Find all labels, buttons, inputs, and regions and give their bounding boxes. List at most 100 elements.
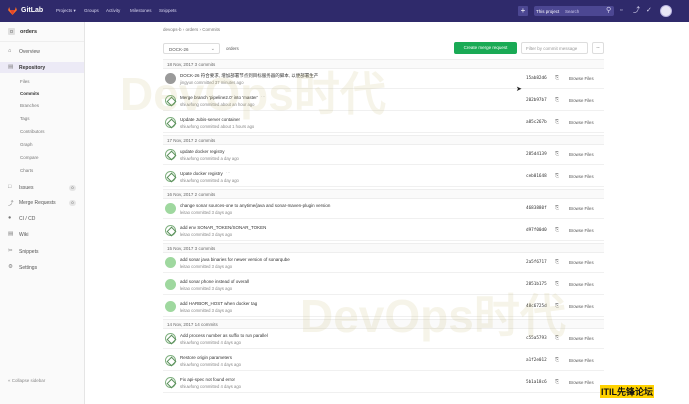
sidebar-subitem-commits[interactable]: Commits [0,89,84,98]
commit-title-link[interactable]: Fix api-spec not found error [180,377,235,382]
browse-files-button[interactable]: Browse Files [569,380,594,385]
commit-title-link[interactable]: add HARBOR_HOST when docker tag [180,301,257,306]
browse-files-button[interactable]: Browse Files [569,260,594,265]
sidebar-subitem-compare[interactable]: Compare [0,153,84,162]
commit-author-avatar[interactable] [165,355,176,366]
commit-author-avatar[interactable] [165,203,176,214]
sidebar-subitem-charts[interactable]: Charts [0,166,84,175]
copy-sha-icon[interactable]: ⎘ [555,119,559,125]
commit-sha-link[interactable]: 4683880f [526,206,547,211]
nav-projects[interactable]: Projects ▾ [56,8,76,14]
collapse-sidebar-button[interactable]: « Collapse sidebar [8,378,45,383]
sidebar-subitem-files[interactable]: Files [0,77,84,86]
sidebar-item-settings[interactable]: ⚙ Settings [0,262,84,273]
browse-files-button[interactable]: Browse Files [569,98,594,103]
copy-sha-icon[interactable]: ⎘ [555,173,559,179]
commit-author-avatar[interactable] [165,225,176,236]
browse-files-button[interactable]: Browse Files [569,358,594,363]
nav-groups[interactable]: Groups [84,8,99,13]
browse-files-button[interactable]: Browse Files [569,228,594,233]
nav-activity[interactable]: Activity [106,8,120,13]
new-dropdown-plus-icon[interactable]: + [518,6,528,16]
sidebar-item-merge-requests[interactable]: ⤴ Merge Requests 0 [0,197,84,208]
rss-icon[interactable]: ∽ [592,42,604,54]
copy-sha-icon[interactable]: ⎘ [555,205,559,211]
issues-icon[interactable]: ▫ [620,7,622,15]
sidebar-item-wiki[interactable]: ▤ Wiki [0,229,84,240]
copy-sha-icon[interactable]: ⎘ [555,303,559,309]
user-avatar[interactable] [660,5,672,17]
commit-sha-link[interactable]: 202b97b7 [526,98,547,103]
sidebar-item-ci-cd[interactable]: ● CI / CD [0,213,84,224]
brand-name[interactable]: GitLab [21,7,43,14]
commit-sha-link[interactable]: 48c6725d [526,304,547,309]
commit-author-avatar[interactable] [165,171,176,182]
search-icon[interactable]: ⚲ [606,7,611,15]
branch-select[interactable]: DOCK-26 ⌄ [163,43,220,54]
gitlab-logo-icon[interactable] [8,7,17,15]
commit-title-link[interactable]: Add process number as suffix to run para… [180,333,268,338]
copy-sha-icon[interactable]: ⎘ [555,281,559,287]
sidebar-item-repository[interactable]: ▤ Repository [0,62,84,73]
commit-author-avatar[interactable] [165,73,176,84]
sidebar-subitem-tags[interactable]: Tags [0,114,84,123]
sidebar-item-overview[interactable]: ⌂ Overview [0,46,84,57]
commit-title-link[interactable]: Restore origin parameters [180,355,232,360]
commit-sha-link[interactable]: 2a5f6717 [526,260,547,265]
sidebar-subitem-graph[interactable]: Graph [0,140,84,149]
copy-sha-icon[interactable]: ⎘ [555,151,559,157]
commit-sha-link[interactable]: a1f2e012 [526,358,547,363]
browse-files-button[interactable]: Browse Files [569,336,594,341]
merge-request-icon[interactable]: ⤴ [633,7,640,15]
commit-author-avatar[interactable] [165,279,176,290]
commit-title-link[interactable]: change sonar sources-one to anytime/java… [180,203,330,208]
commit-title-link[interactable]: add env SONAR_TOKEN/SONAR_TOKEN [180,225,266,230]
browse-files-button[interactable]: Browse Files [569,120,594,125]
breadcrumb[interactable]: devops-b › orders › Commits [163,27,220,32]
commit-sha-link[interactable]: a85c267b [526,120,547,125]
commit-author-avatar[interactable] [165,301,176,312]
project-name[interactable]: orders [20,29,37,35]
commit-title-link[interactable]: Update Jubis-server container [180,117,240,122]
browse-files-button[interactable]: Browse Files [569,206,594,211]
commit-filter-input[interactable]: Filter by commit message [521,42,588,54]
commit-sha-link[interactable]: c55a5793 [526,336,547,341]
browse-files-button[interactable]: Browse Files [569,282,594,287]
commit-author-avatar[interactable] [165,95,176,106]
commit-author-avatar[interactable] [165,257,176,268]
commit-title-link[interactable]: Merge branch 'pipeline2.0' into 'master' [180,95,258,100]
browse-files-button[interactable]: Browse Files [569,174,594,179]
create-merge-request-button[interactable]: Create merge request [454,42,517,54]
commit-sha-link[interactable]: 5b1a18c6 [526,380,547,385]
browse-files-button[interactable]: Browse Files [569,76,594,81]
repo-path[interactable]: orders [226,46,239,51]
copy-sha-icon[interactable]: ⎘ [555,379,559,385]
nav-milestones[interactable]: Milestones [130,8,152,13]
copy-sha-icon[interactable]: ⎘ [555,357,559,363]
commit-author-avatar[interactable] [165,333,176,344]
sidebar-item-snippets[interactable]: ✂ Snippets [0,246,84,257]
commit-author-avatar[interactable] [165,149,176,160]
sidebar-project-header[interactable]: O orders [0,22,84,42]
commit-sha-link[interactable]: 2851b175 [526,282,547,287]
commit-author-avatar[interactable] [165,117,176,128]
commit-title-link[interactable]: add sonar java binaries for newer versio… [180,257,290,262]
browse-files-button[interactable]: Browse Files [569,152,594,157]
commit-expand-ellipsis-button[interactable]: ··· [261,94,266,99]
commit-title-link[interactable]: Upate docker registry [180,171,223,176]
commit-author-avatar[interactable] [165,377,176,388]
sidebar-item-issues[interactable]: □ Issues 0 [0,182,84,193]
commit-title-link[interactable]: update docker registry [180,149,225,154]
commit-title-link[interactable]: add sonar phone instead of overall [180,279,249,284]
copy-sha-icon[interactable]: ⎘ [555,75,559,81]
copy-sha-icon[interactable]: ⎘ [555,227,559,233]
commit-sha-link[interactable]: d97f00d0 [526,228,547,233]
sidebar-subitem-branches[interactable]: Branches [0,101,84,110]
search-scope-label[interactable]: This project [536,9,559,14]
copy-sha-icon[interactable]: ⎘ [555,97,559,103]
commit-expand-ellipsis-button[interactable]: ··· [226,170,231,175]
browse-files-button[interactable]: Browse Files [569,304,594,309]
sidebar-subitem-contributors[interactable]: Contributors [0,127,84,136]
commit-title-link[interactable]: DOCK-26 符合要求, 增加部署节点到目标服务器的脚本, 以便部署生产 [180,73,318,79]
commit-sha-link[interactable]: 15ab82d6 [526,76,547,81]
